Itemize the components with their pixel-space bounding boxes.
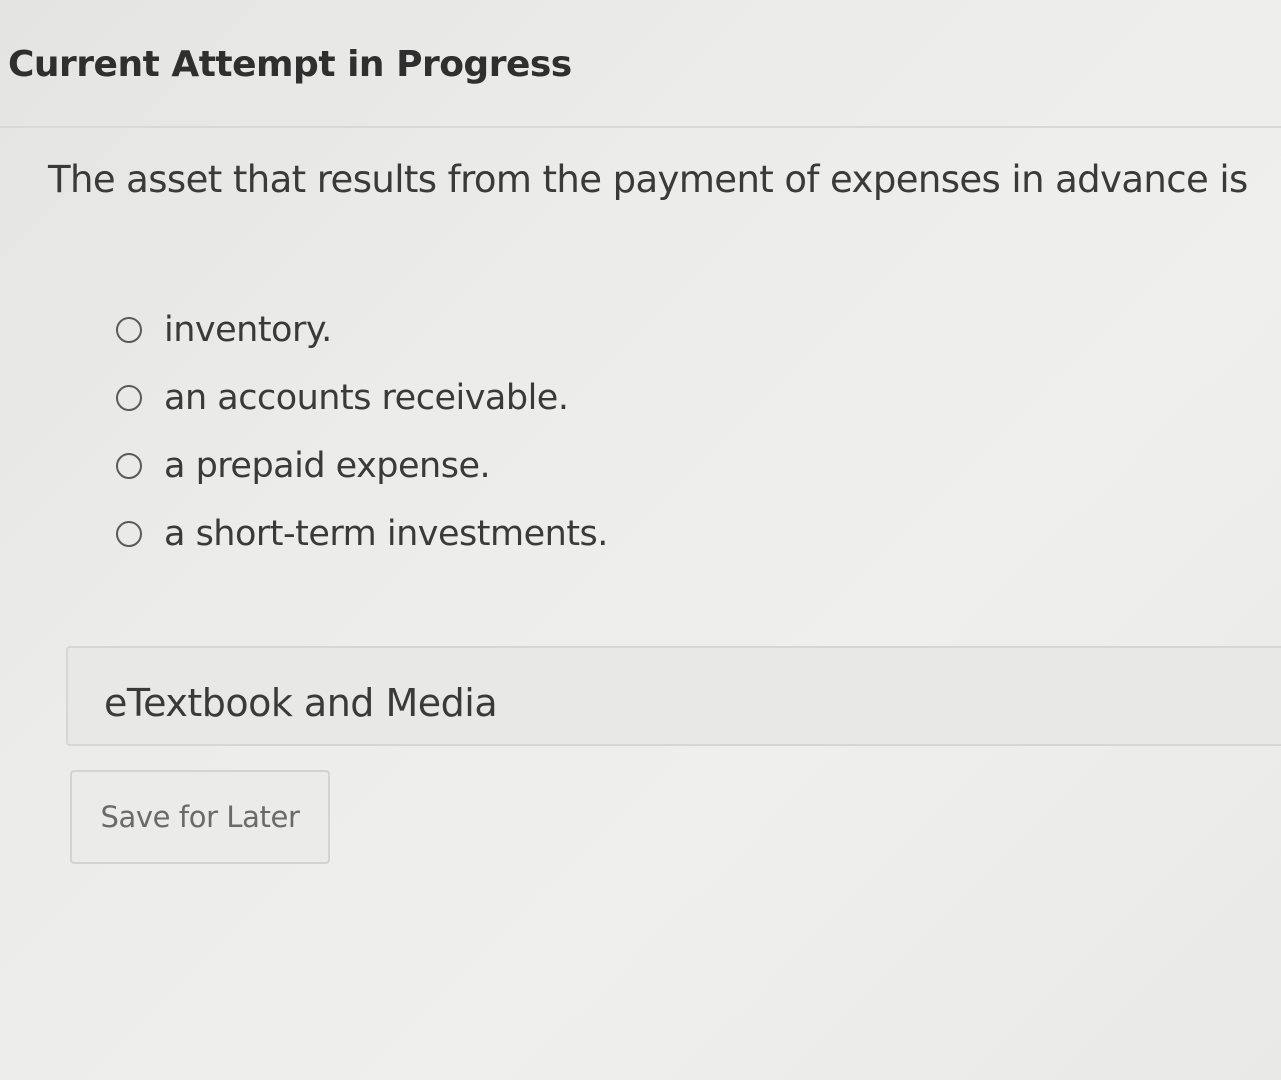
radio-button[interactable] [116, 521, 142, 547]
radio-button[interactable] [116, 317, 142, 343]
choice-inventory[interactable]: inventory. [116, 296, 608, 364]
page-title: Current Attempt in Progress [8, 44, 572, 85]
etextbook-media-label: eTextbook and Media [104, 681, 498, 725]
choice-label: inventory. [164, 310, 332, 350]
save-for-later-button[interactable]: Save for Later [70, 770, 330, 864]
choice-accounts-receivable[interactable]: an accounts receivable. [116, 364, 608, 432]
header-divider [0, 126, 1281, 128]
answer-choices: inventory. an accounts receivable. a pre… [116, 296, 608, 568]
etextbook-media-panel[interactable]: eTextbook and Media [66, 646, 1281, 746]
choice-short-term-investments[interactable]: a short-term investments. [116, 500, 608, 568]
choice-label: a prepaid expense. [164, 446, 491, 486]
question-text: The asset that results from the payment … [48, 158, 1248, 201]
choice-label: a short-term investments. [164, 514, 608, 554]
radio-button[interactable] [116, 453, 142, 479]
choice-label: an accounts receivable. [164, 378, 569, 418]
choice-prepaid-expense[interactable]: a prepaid expense. [116, 432, 608, 500]
radio-button[interactable] [116, 385, 142, 411]
